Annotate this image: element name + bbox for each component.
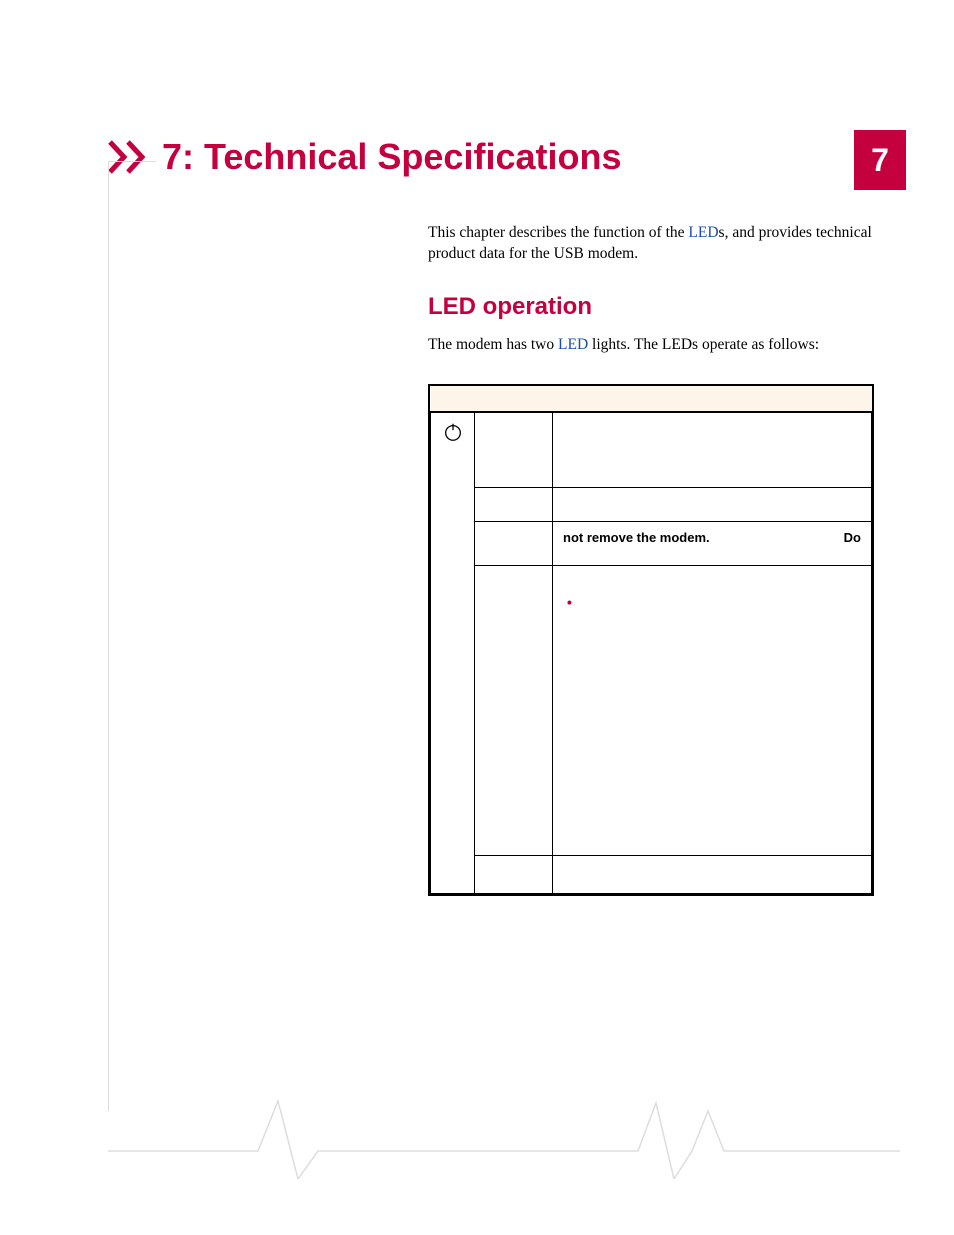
led-table: Do not remove the modem. <box>428 384 874 897</box>
section-link-led[interactable]: LED <box>558 336 588 353</box>
cell-desc-3: Do not remove the modem. <box>553 522 872 566</box>
decorative-rule-vertical <box>108 161 109 1111</box>
cell-desc-1 <box>553 412 872 488</box>
section-body-before: The modem has two <box>428 336 558 353</box>
table-row <box>431 412 872 488</box>
double-chevron-icon <box>108 140 156 174</box>
table-header-row <box>431 386 872 412</box>
table-header-led <box>431 386 475 412</box>
cell-state-1 <box>475 412 553 488</box>
content-column: This chapter describes the function of t… <box>428 223 876 896</box>
decorative-rule-horizontal <box>108 161 156 162</box>
table-row <box>431 488 872 522</box>
warn-bold-a: Do <box>844 530 861 545</box>
cell-desc-4 <box>553 566 872 856</box>
intro-text-before: This chapter describes the function of t… <box>428 224 688 241</box>
cell-state-5 <box>475 856 553 894</box>
chapter-title-row: 7: Technical Specifications <box>108 136 621 178</box>
decorative-heartbeat-line <box>108 1091 900 1179</box>
table-row: Do not remove the modem. <box>431 522 872 566</box>
chapter-number-tab: 7 <box>854 130 906 190</box>
section-body: The modem has two LED lights. The LEDs o… <box>428 335 876 356</box>
cell-state-2 <box>475 488 553 522</box>
table-header-indicates <box>553 386 872 412</box>
cell-desc-5 <box>553 856 872 894</box>
cell-state-4 <box>475 566 553 856</box>
cell-led-icon <box>431 412 475 894</box>
table-header-state <box>475 386 553 412</box>
chapter-title: 7: Technical Specifications <box>162 136 621 178</box>
cell-desc-2 <box>553 488 872 522</box>
section-body-after: lights. The LEDs operate as follows: <box>588 336 819 353</box>
cell-state-3 <box>475 522 553 566</box>
power-icon <box>442 421 464 443</box>
intro-paragraph: This chapter describes the function of t… <box>428 223 876 265</box>
chapter-number: 7 <box>871 142 889 179</box>
intro-link-led[interactable]: LED <box>688 224 718 241</box>
table-row <box>431 856 872 894</box>
section-heading-led-operation: LED operation <box>428 293 876 321</box>
page: 7 7: Technical Specifications This chapt… <box>0 0 954 1235</box>
table-row <box>431 566 872 856</box>
warn-bold-b: not remove the modem. <box>563 530 861 545</box>
